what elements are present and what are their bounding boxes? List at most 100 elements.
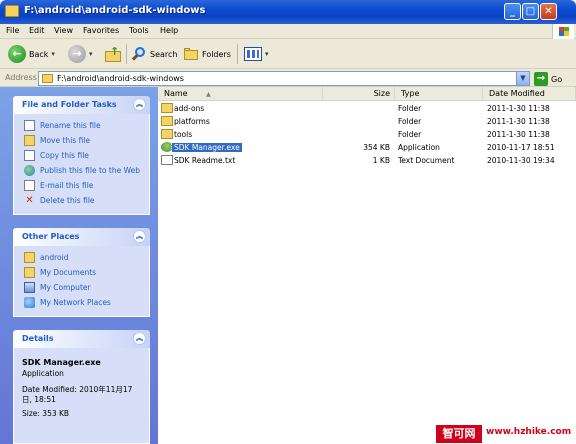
forward-arrow-icon: → (68, 45, 86, 63)
other-places-panel: Other Places ︽ android My Documents My C… (13, 228, 150, 317)
minimize-button[interactable]: _ (504, 3, 521, 20)
watermark: 智可网 www.hzhike.com (436, 424, 576, 444)
menu-tools[interactable]: Tools (129, 26, 149, 35)
copy-icon (24, 150, 35, 161)
sort-ascending-icon: ▲ (206, 91, 211, 98)
menu-edit[interactable]: Edit (29, 26, 45, 35)
collapse-icon[interactable]: ︽ (133, 98, 146, 111)
file-name[interactable]: platforms (174, 117, 210, 126)
watermark-url: www.hzhike.com (486, 427, 572, 437)
column-size[interactable]: Size (323, 87, 395, 101)
file-row[interactable]: platforms Folder 2011-1-30 11:38 (158, 115, 576, 128)
panel-header[interactable]: File and Folder Tasks ︽ (13, 96, 150, 114)
task-move[interactable]: Move this file (14, 133, 149, 148)
place-my-computer[interactable]: My Computer (14, 280, 149, 295)
task-label[interactable]: Delete this file (40, 196, 95, 205)
go-label: Go (551, 74, 563, 84)
place-label[interactable]: My Computer (40, 283, 91, 292)
file-date: 2011-1-30 11:38 (487, 130, 550, 139)
back-label: Back (29, 49, 49, 59)
panel-title: Other Places (22, 232, 80, 241)
folder-icon (5, 5, 19, 17)
menu-help[interactable]: Help (160, 26, 178, 35)
task-delete[interactable]: ✕ Delete this file (14, 193, 149, 208)
panel-header[interactable]: Details ︽ (13, 330, 150, 348)
folders-icon (182, 46, 199, 62)
task-label[interactable]: Copy this file (40, 151, 89, 160)
menu-favorites[interactable]: Favorites (83, 26, 119, 35)
go-button[interactable]: → Go (534, 72, 562, 86)
column-header-row: Name ▲ Size Type Date Modified (158, 87, 576, 101)
chevron-down-icon[interactable]: ▾ (265, 50, 269, 58)
column-date-modified[interactable]: Date Modified (483, 87, 576, 101)
mail-icon (24, 180, 35, 191)
collapse-icon[interactable]: ︽ (133, 230, 146, 243)
chevron-down-icon[interactable]: ▾ (51, 50, 55, 58)
place-label[interactable]: android (40, 253, 68, 262)
task-label[interactable]: Rename this file (40, 121, 101, 130)
forward-button[interactable]: → ▾ (68, 43, 93, 65)
task-publish[interactable]: Publish this file to the Web (14, 163, 149, 178)
task-pane: File and Folder Tasks ︽ Rename this file… (0, 87, 158, 444)
task-label[interactable]: E-mail this file (40, 181, 93, 190)
file-row[interactable]: add-ons Folder 2011-1-30 11:38 (158, 102, 576, 115)
close-button[interactable]: ✕ (540, 3, 557, 20)
folder-icon (24, 252, 35, 263)
maximize-button[interactable]: □ (522, 3, 539, 20)
toolbar: ← Back ▾ → ▾ ↑ Search Folders ▾ (0, 39, 576, 69)
file-name[interactable]: add-ons (174, 104, 204, 113)
panel-header[interactable]: Other Places ︽ (13, 228, 150, 246)
views-icon (244, 47, 262, 61)
move-icon (24, 135, 35, 146)
file-type: Folder (398, 104, 422, 113)
file-type: Text Document (398, 156, 455, 165)
column-name[interactable]: Name ▲ (158, 87, 323, 101)
file-row[interactable]: SDK Readme.txt 1 KB Text Document 2010-1… (158, 154, 576, 167)
rename-icon (24, 120, 35, 131)
menu-view[interactable]: View (54, 26, 73, 35)
computer-icon (24, 282, 35, 293)
file-date: 2010-11-30 19:34 (487, 156, 555, 165)
toolbar-divider (126, 44, 127, 64)
task-label[interactable]: Publish this file to the Web (40, 166, 140, 175)
delete-icon: ✕ (25, 195, 34, 206)
task-label[interactable]: Move this file (40, 136, 90, 145)
go-arrow-icon: → (534, 72, 548, 86)
back-button[interactable]: ← Back ▾ (8, 43, 55, 65)
address-dropdown-button[interactable]: ▼ (516, 72, 529, 85)
address-value[interactable]: F:\android\android-sdk-windows (57, 74, 184, 83)
watermark-logo: 智可网 (436, 425, 482, 443)
place-label[interactable]: My Network Places (40, 298, 111, 307)
place-android[interactable]: android (14, 250, 149, 265)
file-row-selected[interactable]: SDK Manager.exe 354 KB Application 2010-… (158, 141, 576, 154)
place-label[interactable]: My Documents (40, 268, 96, 277)
task-rename[interactable]: Rename this file (14, 118, 149, 133)
address-label: Address (5, 73, 37, 82)
file-type: Application (398, 143, 440, 152)
details-file-name: SDK Manager.exe (22, 358, 101, 367)
file-row[interactable]: tools Folder 2011-1-30 11:38 (158, 128, 576, 141)
search-label: Search (150, 49, 178, 59)
views-button[interactable]: ▾ (244, 43, 269, 65)
up-folder-button[interactable]: ↑ (104, 43, 122, 65)
folder-icon (161, 116, 173, 126)
address-input[interactable]: F:\android\android-sdk-windows ▼ (38, 71, 530, 86)
file-name[interactable]: tools (174, 130, 192, 139)
search-button[interactable]: Search (131, 43, 177, 65)
menu-file[interactable]: File (6, 26, 19, 35)
file-name[interactable]: SDK Manager.exe (171, 142, 243, 153)
folder-icon (161, 129, 173, 139)
file-name[interactable]: SDK Readme.txt (174, 156, 235, 165)
text-file-icon (161, 155, 173, 165)
details-date-modified: Date Modified: 2010年11月17日, 18:51 (22, 385, 133, 404)
search-icon (131, 46, 147, 62)
column-type[interactable]: Type (395, 87, 483, 101)
place-my-documents[interactable]: My Documents (14, 265, 149, 280)
collapse-icon[interactable]: ︽ (133, 332, 146, 345)
task-email[interactable]: E-mail this file (14, 178, 149, 193)
folders-button[interactable]: Folders (182, 43, 231, 65)
place-my-network[interactable]: My Network Places (14, 295, 149, 310)
chevron-down-icon[interactable]: ▾ (89, 50, 93, 58)
task-copy[interactable]: Copy this file (14, 148, 149, 163)
window-title: F:\android\android-sdk-windows (24, 5, 206, 16)
